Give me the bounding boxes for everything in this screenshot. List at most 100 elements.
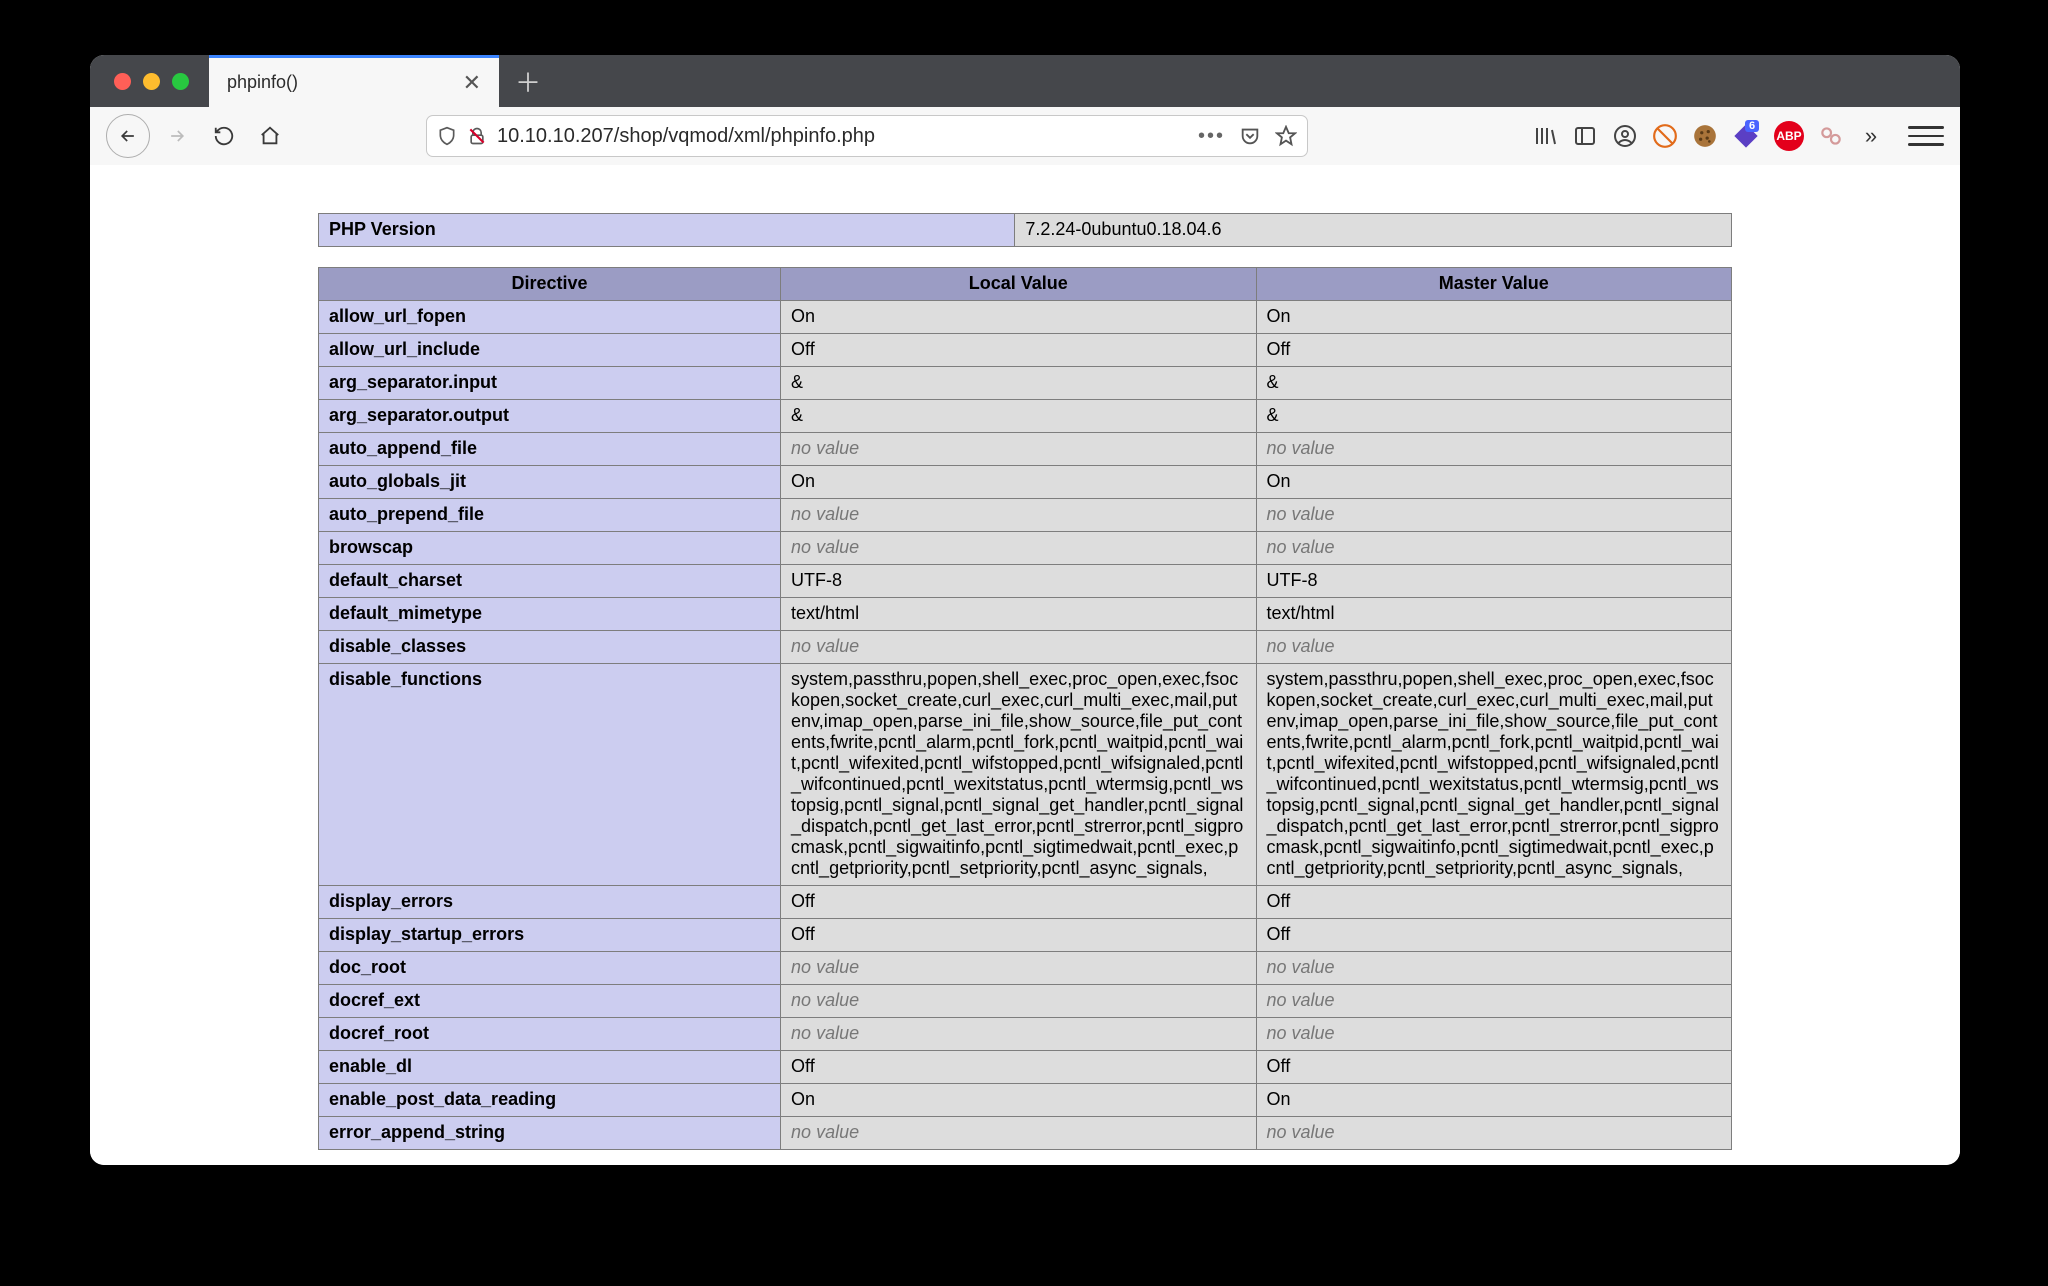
master-value: UTF-8	[1256, 565, 1731, 598]
master-value: no value	[1256, 433, 1731, 466]
local-value: no value	[781, 631, 1256, 664]
extension-badge: 6	[1745, 120, 1759, 132]
directive-name: display_errors	[319, 886, 781, 919]
home-button[interactable]	[250, 116, 290, 156]
shield-icon[interactable]	[437, 126, 457, 146]
local-value: &	[781, 400, 1256, 433]
local-value: no value	[781, 1018, 1256, 1051]
master-value: On	[1256, 301, 1731, 334]
directive-name: default_charset	[319, 565, 781, 598]
local-value: UTF-8	[781, 565, 1256, 598]
master-value: Off	[1256, 334, 1731, 367]
table-row: docref_rootno valueno value	[319, 1018, 1732, 1051]
local-value: Off	[781, 919, 1256, 952]
table-row: auto_globals_jitOnOn	[319, 466, 1732, 499]
table-row: enable_post_data_readingOnOn	[319, 1084, 1732, 1117]
table-row: allow_url_includeOffOff	[319, 334, 1732, 367]
master-value: &	[1256, 400, 1731, 433]
local-value: system,passthru,popen,shell_exec,proc_op…	[781, 664, 1256, 886]
col-directive: Directive	[319, 268, 781, 301]
master-value: no value	[1256, 1018, 1731, 1051]
table-row: enable_dlOffOff	[319, 1051, 1732, 1084]
directive-name: disable_classes	[319, 631, 781, 664]
table-row: doc_rootno valueno value	[319, 952, 1732, 985]
master-value: no value	[1256, 499, 1731, 532]
table-row: auto_append_fileno valueno value	[319, 433, 1732, 466]
new-tab-button[interactable]: ＋	[515, 63, 541, 100]
table-row: display_startup_errorsOffOff	[319, 919, 1732, 952]
local-value: &	[781, 367, 1256, 400]
directive-name: auto_prepend_file	[319, 499, 781, 532]
reader-pocket-icon[interactable]	[1239, 125, 1261, 147]
noscript-extension-icon[interactable]	[1652, 123, 1678, 149]
directive-name: arg_separator.input	[319, 367, 781, 400]
back-button[interactable]	[106, 114, 150, 158]
navigation-toolbar: 10.10.10.207/shop/vqmod/xml/phpinfo.php …	[90, 107, 1960, 166]
master-value: text/html	[1256, 598, 1731, 631]
extension-icons: 6 ABP »	[1532, 118, 1944, 154]
table-row: browscapno valueno value	[319, 532, 1732, 565]
account-icon[interactable]	[1612, 123, 1638, 149]
arrow-left-icon	[118, 126, 138, 146]
php-version-label: PHP Version	[319, 214, 1015, 247]
master-value: On	[1256, 466, 1731, 499]
arrow-right-icon	[167, 126, 187, 146]
table-row: docref_extno valueno value	[319, 985, 1732, 1018]
master-value: no value	[1256, 952, 1731, 985]
overflow-icon[interactable]: »	[1858, 123, 1884, 149]
forward-button[interactable]	[156, 115, 198, 157]
sidebar-icon[interactable]	[1572, 123, 1598, 149]
home-icon	[259, 125, 281, 147]
hamburger-menu-button[interactable]	[1908, 118, 1944, 154]
browser-tab[interactable]: phpinfo() ✕	[209, 55, 499, 107]
table-row: display_errorsOffOff	[319, 886, 1732, 919]
minimize-window-button[interactable]	[143, 73, 160, 90]
foxyproxy-extension-icon[interactable]	[1818, 123, 1844, 149]
page-viewport: PHP Version 7.2.24-0ubuntu0.18.04.6 Dire…	[90, 165, 1960, 1165]
insecure-connection-icon[interactable]	[467, 126, 487, 146]
directive-name: enable_dl	[319, 1051, 781, 1084]
reload-icon	[213, 125, 235, 147]
master-value: no value	[1256, 532, 1731, 565]
cookie-extension-icon[interactable]	[1692, 123, 1718, 149]
master-value: On	[1256, 1084, 1731, 1117]
wappalyzer-extension-icon[interactable]: 6	[1732, 122, 1760, 150]
local-value: no value	[781, 532, 1256, 565]
table-row: arg_separator.input&&	[319, 367, 1732, 400]
master-value: &	[1256, 367, 1731, 400]
library-icon[interactable]	[1532, 123, 1558, 149]
col-master-value: Master Value	[1256, 268, 1731, 301]
bookmark-star-icon[interactable]	[1275, 125, 1297, 147]
directive-name: docref_root	[319, 1018, 781, 1051]
master-value: Off	[1256, 886, 1731, 919]
col-local-value: Local Value	[781, 268, 1256, 301]
local-value: Off	[781, 334, 1256, 367]
directive-name: enable_post_data_reading	[319, 1084, 781, 1117]
directive-name: auto_append_file	[319, 433, 781, 466]
url-text: 10.10.10.207/shop/vqmod/xml/phpinfo.php	[497, 125, 1188, 148]
reload-button[interactable]	[204, 116, 244, 156]
close-tab-icon[interactable]: ✕	[463, 72, 481, 94]
directives-table: Directive Local Value Master Value allow…	[318, 267, 1732, 1150]
browser-window: phpinfo() ✕ ＋ 10.10.10.207/shop/vqmod/xm…	[90, 55, 1960, 1165]
tab-strip: phpinfo() ✕ ＋	[90, 55, 1960, 107]
directive-name: allow_url_fopen	[319, 301, 781, 334]
local-value: Off	[781, 1051, 1256, 1084]
directive-name: browscap	[319, 532, 781, 565]
directive-name: arg_separator.output	[319, 400, 781, 433]
adblock-extension-icon[interactable]: ABP	[1774, 121, 1804, 151]
local-value: On	[781, 301, 1256, 334]
table-row: error_append_stringno valueno value	[319, 1117, 1732, 1150]
table-row: default_mimetypetext/htmltext/html	[319, 598, 1732, 631]
directive-name: allow_url_include	[319, 334, 781, 367]
local-value: Off	[781, 886, 1256, 919]
page-actions-icon[interactable]: •••	[1198, 125, 1225, 148]
php-version-table: PHP Version 7.2.24-0ubuntu0.18.04.6	[318, 213, 1732, 247]
address-bar[interactable]: 10.10.10.207/shop/vqmod/xml/phpinfo.php …	[426, 115, 1308, 157]
close-window-button[interactable]	[114, 73, 131, 90]
maximize-window-button[interactable]	[172, 73, 189, 90]
local-value: text/html	[781, 598, 1256, 631]
directive-name: display_startup_errors	[319, 919, 781, 952]
local-value: no value	[781, 1117, 1256, 1150]
master-value: no value	[1256, 1117, 1731, 1150]
